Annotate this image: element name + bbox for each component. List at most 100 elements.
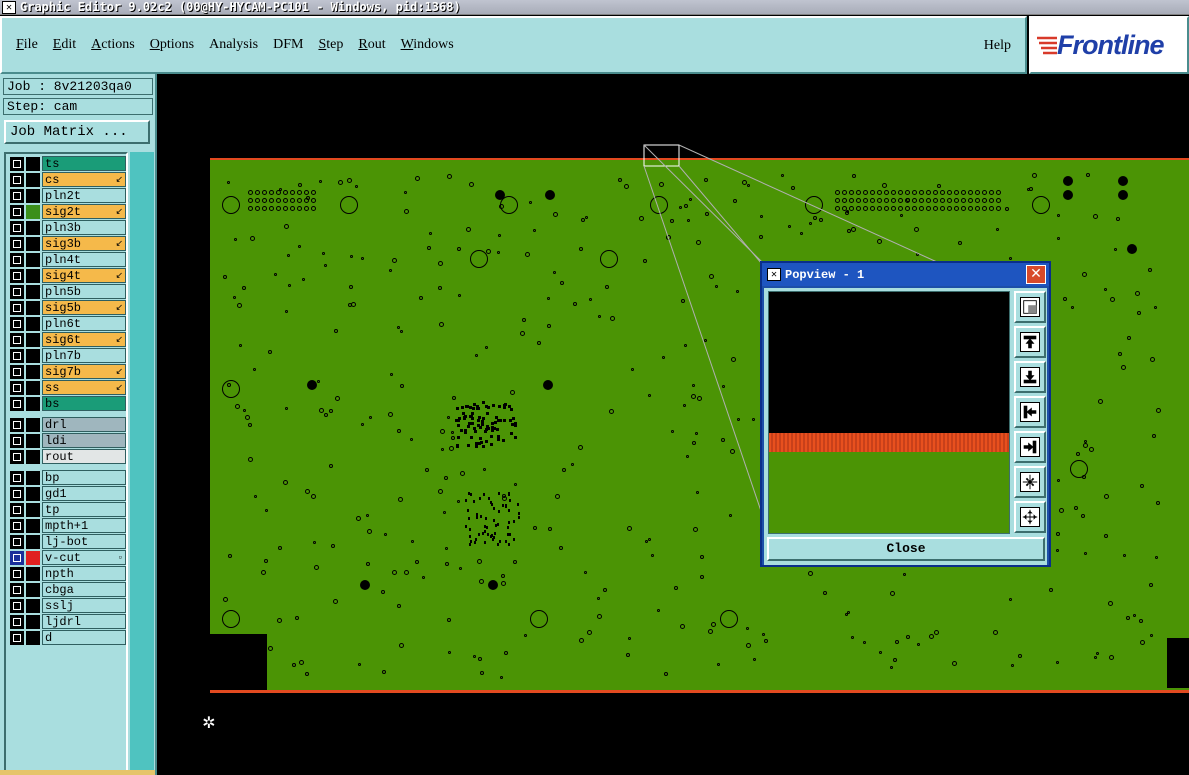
layer-name[interactable]: mpth+1 [42, 518, 126, 533]
layer-color-swatch[interactable] [26, 317, 40, 331]
layer-name[interactable]: pln2t [42, 188, 126, 203]
layer-color-swatch[interactable] [26, 615, 40, 629]
popview-viewport[interactable] [768, 291, 1010, 534]
layer-name[interactable]: ldi [42, 433, 126, 448]
layer-row-bs[interactable]: bs [8, 396, 126, 411]
menu-windows[interactable]: Windows [401, 37, 454, 53]
menu-dfm[interactable]: DFM [273, 37, 303, 53]
layer-checkbox[interactable] [10, 253, 24, 267]
layer-checkbox[interactable] [10, 631, 24, 645]
popview-title-bar[interactable]: ✕ Popview - 1 ✕ [762, 263, 1049, 286]
layer-name[interactable]: d [42, 630, 126, 645]
layer-checkbox[interactable] [10, 535, 24, 549]
layer-name[interactable]: gd1 [42, 486, 126, 501]
layer-color-swatch[interactable] [26, 631, 40, 645]
layer-row-sig3b[interactable]: sig3b ↙ [8, 236, 126, 251]
layer-checkbox[interactable] [10, 397, 24, 411]
layer-color-swatch[interactable] [26, 418, 40, 432]
layer-checkbox[interactable] [10, 269, 24, 283]
layer-name[interactable]: pln6t [42, 316, 126, 331]
layer-checkbox[interactable] [10, 450, 24, 464]
popview-tool-pan-right-button[interactable] [1014, 431, 1046, 463]
layer-color-swatch[interactable] [26, 253, 40, 267]
layer-checkbox[interactable] [10, 418, 24, 432]
layer-name[interactable]: cs ↙ [42, 172, 126, 187]
layer-color-swatch[interactable] [26, 450, 40, 464]
layer-name[interactable]: ts [42, 156, 126, 171]
layer-color-swatch[interactable] [26, 503, 40, 517]
layer-color-swatch[interactable] [26, 333, 40, 347]
layer-checkbox[interactable] [10, 583, 24, 597]
layer-row-pln4t[interactable]: pln4t [8, 252, 126, 267]
layer-row-pln6t[interactable]: pln6t [8, 316, 126, 331]
layer-row-sig7b[interactable]: sig7b ↙ [8, 364, 126, 379]
layer-checkbox[interactable] [10, 157, 24, 171]
layer-color-swatch[interactable] [26, 173, 40, 187]
menu-help[interactable]: Help [984, 38, 1011, 54]
layer-checkbox[interactable] [10, 205, 24, 219]
layer-name[interactable]: ss ↙ [42, 380, 126, 395]
layer-name[interactable]: pln4t [42, 252, 126, 267]
layer-color-swatch[interactable] [26, 583, 40, 597]
layer-name[interactable]: v-cut ▫ [42, 550, 126, 565]
layer-checkbox[interactable] [10, 567, 24, 581]
layer-checkbox[interactable] [10, 333, 24, 347]
layer-row-cbga[interactable]: cbga [8, 582, 126, 597]
layer-checkbox[interactable] [10, 301, 24, 315]
popview-tool-zoom-fit-button[interactable] [1014, 291, 1046, 323]
popview-tool-zoom-out-button[interactable] [1014, 466, 1046, 498]
layer-row-pln3b[interactable]: pln3b [8, 220, 126, 235]
layer-row-drl[interactable]: drl [8, 417, 126, 432]
layer-row-pln2t[interactable]: pln2t [8, 188, 126, 203]
layer-row-v-cut[interactable]: v-cut ▫ [8, 550, 126, 565]
popview-tool-pan-up-button[interactable] [1014, 326, 1046, 358]
layer-row-ss[interactable]: ss ↙ [8, 380, 126, 395]
window-close-icon[interactable]: ✕ [2, 0, 16, 14]
popview-tool-pan-left-button[interactable] [1014, 396, 1046, 428]
layer-checkbox[interactable] [10, 487, 24, 501]
menu-analysis[interactable]: Analysis [209, 37, 258, 53]
layer-checkbox[interactable] [10, 221, 24, 235]
layer-row-lj-bot[interactable]: lj-bot [8, 534, 126, 549]
layer-name[interactable]: sig4t ↙ [42, 268, 126, 283]
layer-color-swatch[interactable] [26, 301, 40, 315]
layer-name[interactable]: lj-bot [42, 534, 126, 549]
layer-row-gd1[interactable]: gd1 [8, 486, 126, 501]
layer-name[interactable]: cbga [42, 582, 126, 597]
layer-row-d[interactable]: d [8, 630, 126, 645]
layer-checkbox[interactable] [10, 615, 24, 629]
layer-color-swatch[interactable] [26, 519, 40, 533]
layer-name[interactable]: pln5b [42, 284, 126, 299]
menu-edit[interactable]: Edit [53, 37, 76, 53]
layer-name[interactable]: drl [42, 417, 126, 432]
layer-name[interactable]: sig2t ↙ [42, 204, 126, 219]
layer-color-swatch[interactable] [26, 221, 40, 235]
layer-color-swatch[interactable] [26, 434, 40, 448]
layer-color-swatch[interactable] [26, 381, 40, 395]
layer-row-mpth+1[interactable]: mpth+1 [8, 518, 126, 533]
layer-checkbox[interactable] [10, 173, 24, 187]
layer-color-swatch[interactable] [26, 237, 40, 251]
layer-color-swatch[interactable] [26, 365, 40, 379]
menu-options[interactable]: Options [150, 37, 194, 53]
layer-checkbox[interactable] [10, 519, 24, 533]
layer-name[interactable]: sslj [42, 598, 126, 613]
layer-checkbox[interactable] [10, 365, 24, 379]
layer-color-swatch[interactable] [26, 599, 40, 613]
layer-name[interactable]: npth [42, 566, 126, 581]
layer-checkbox[interactable] [10, 434, 24, 448]
job-matrix-button[interactable]: Job Matrix ... [4, 120, 150, 144]
menu-actions[interactable]: Actions [91, 37, 135, 53]
layer-row-ljdrl[interactable]: ljdrl [8, 614, 126, 629]
layer-checkbox[interactable] [10, 285, 24, 299]
layer-color-swatch[interactable] [26, 567, 40, 581]
layer-checkbox[interactable] [10, 349, 24, 363]
menu-step[interactable]: Step [318, 37, 343, 53]
menu-rout[interactable]: Rout [358, 37, 385, 53]
layer-color-swatch[interactable] [26, 535, 40, 549]
layer-name[interactable]: sig6t ↙ [42, 332, 126, 347]
layer-color-swatch[interactable] [26, 397, 40, 411]
layer-color-swatch[interactable] [26, 471, 40, 485]
layer-checkbox[interactable] [10, 503, 24, 517]
layer-row-bp[interactable]: bp [8, 470, 126, 485]
